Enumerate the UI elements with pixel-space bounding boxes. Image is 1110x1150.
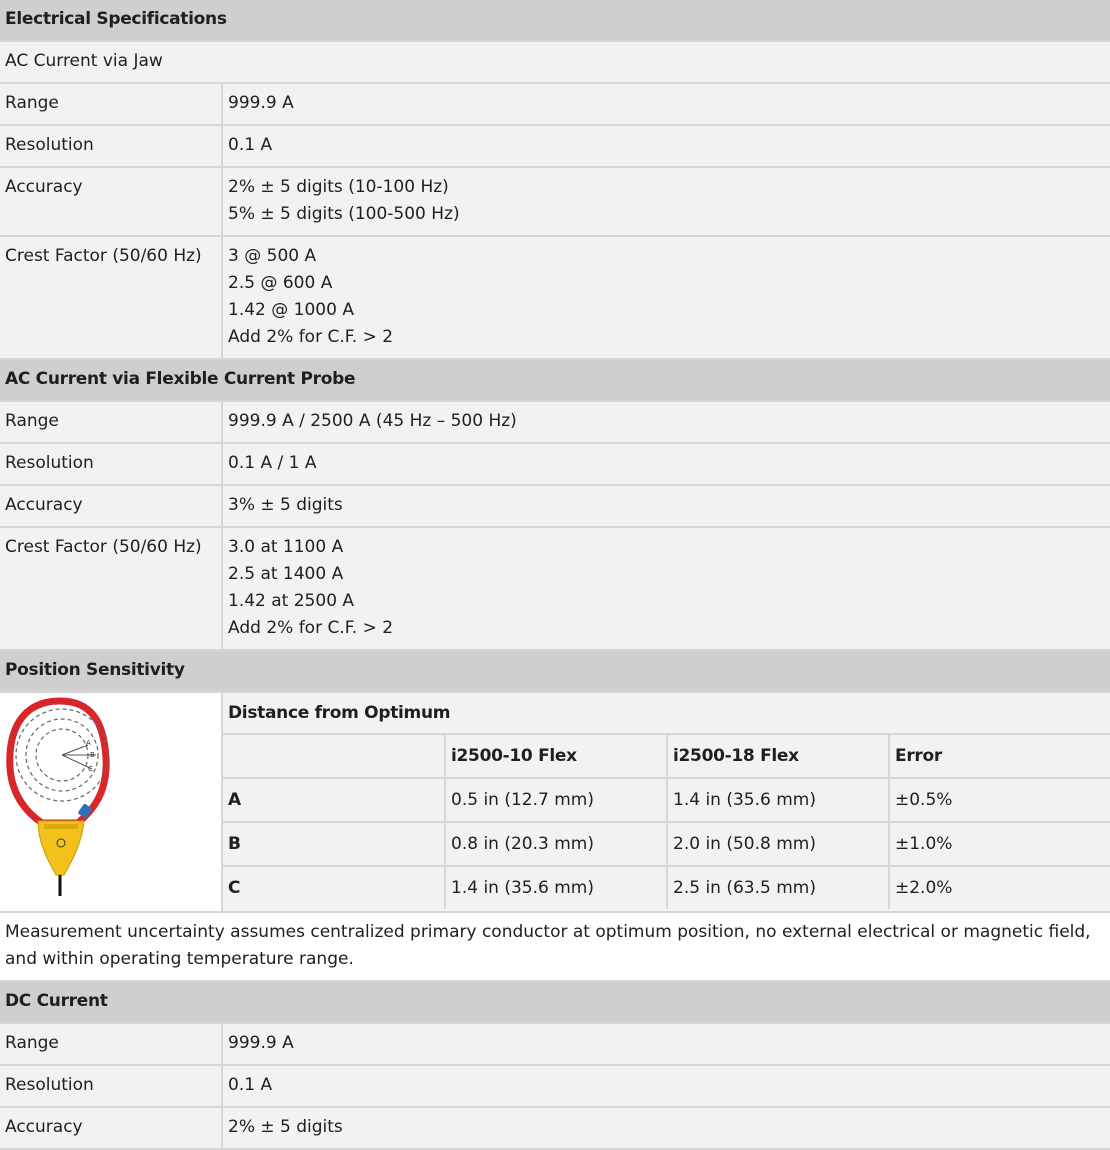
spec-value-line: 2% ± 5 digits (10-100 Hz) <box>228 177 449 197</box>
spec-label: Accuracy <box>0 167 223 237</box>
diagram-letter-b: B <box>90 751 95 759</box>
spec-value-line: 1.42 at 2500 A <box>228 591 355 611</box>
row-label: A <box>223 778 446 823</box>
spec-label: Range <box>0 83 223 126</box>
probe-head <box>37 820 85 876</box>
cell-value: 1.4 in (35.6 mm) <box>445 866 668 909</box>
cell-value: ±0.5% <box>889 778 1110 823</box>
spec-row-range: Range 999.9 A <box>0 1023 1110 1066</box>
spec-value-line: Add 2% for C.F. > 2 <box>228 618 394 638</box>
spec-row-resolution: Resolution 0.1 A <box>0 1065 1110 1108</box>
spec-row-range: Range 999.9 A / 2500 A (45 Hz – 500 Hz) <box>0 401 1110 444</box>
spec-label: Resolution <box>0 1065 223 1108</box>
spec-value-line: 1.42 @ 1000 A <box>228 300 354 320</box>
section-header-dc-current: DC Current <box>0 981 1110 1024</box>
spec-value: 0.1 A <box>222 1065 1110 1108</box>
diagram-letter-a: A <box>86 739 91 747</box>
spec-row-range: Range 999.9 A <box>0 83 1110 126</box>
cell-value: 1.4 in (35.6 mm) <box>667 778 890 823</box>
position-sensitivity-row: A B C Distance from Optimum i2500-10 Fle… <box>0 692 1110 913</box>
spec-value-line: 5% ± 5 digits (100-500 Hz) <box>228 204 460 224</box>
spec-value: 999.9 A / 2500 A (45 Hz – 500 Hz) <box>222 401 1110 444</box>
distance-table-cell: Distance from Optimum i2500-10 Flex i250… <box>222 692 1110 913</box>
arrow-a <box>61 744 89 756</box>
distance-table-header: i2500-10 Flex i2500-18 Flex Error <box>223 734 1110 779</box>
cell-value: 0.8 in (20.3 mm) <box>445 822 668 867</box>
column-header: i2500-18 Flex <box>667 734 890 779</box>
spec-value: 3 @ 500 A 2.5 @ 600 A 1.42 @ 1000 A Add … <box>222 236 1110 360</box>
cell-value: 2.0 in (50.8 mm) <box>667 822 890 867</box>
spec-value: 2% ± 5 digits (10-100 Hz) 5% ± 5 digits … <box>222 167 1110 237</box>
section-title: AC Current via Flexible Current Probe <box>0 359 1110 402</box>
section-title: DC Current <box>0 981 1110 1024</box>
section-header-position-sensitivity: Position Sensitivity <box>0 650 1110 693</box>
measurement-note: Measurement uncertainty assumes centrali… <box>0 912 1110 982</box>
subsection-title: AC Current via Jaw <box>0 41 1110 84</box>
electrical-specifications-table: Electrical Specifications AC Current via… <box>0 0 1110 1150</box>
spec-value: 2% ± 5 digits <box>222 1107 1110 1150</box>
cell-value: ±1.0% <box>889 822 1110 867</box>
spec-value: 0.1 A / 1 A <box>222 443 1110 486</box>
spec-value-line: 2.5 @ 600 A <box>228 273 333 293</box>
spec-value: 999.9 A <box>222 83 1110 126</box>
section-title: Position Sensitivity <box>0 650 1110 693</box>
spec-label: Accuracy <box>0 485 223 528</box>
spec-row-accuracy: Accuracy 3% ± 5 digits <box>0 485 1110 528</box>
spec-label: Resolution <box>0 125 223 168</box>
spec-value: 3.0 at 1100 A 2.5 at 1400 A 1.42 at 2500… <box>222 527 1110 651</box>
distance-heading: Distance from Optimum <box>223 693 1110 735</box>
spec-label: Range <box>0 401 223 444</box>
table-row: C 1.4 in (35.6 mm) 2.5 in (63.5 mm) ±2.0… <box>223 866 1110 909</box>
measurement-note-row: Measurement uncertainty assumes centrali… <box>0 912 1110 982</box>
section-title: Electrical Specifications <box>0 0 1110 42</box>
spec-value: 999.9 A <box>222 1023 1110 1066</box>
section-header-ac-current-flex: AC Current via Flexible Current Probe <box>0 359 1110 402</box>
section-header-electrical-specifications: Electrical Specifications <box>0 0 1110 42</box>
probe-image-cell: A B C <box>0 692 223 913</box>
spec-value-line: 3 @ 500 A <box>228 246 317 266</box>
spec-label: Accuracy <box>0 1107 223 1150</box>
spec-row-accuracy: Accuracy 2% ± 5 digits (10-100 Hz) 5% ± … <box>0 167 1110 237</box>
cell-value: ±2.0% <box>889 866 1110 909</box>
spec-row-accuracy: Accuracy 2% ± 5 digits <box>0 1107 1110 1150</box>
table-row: A 0.5 in (12.7 mm) 1.4 in (35.6 mm) ±0.5… <box>223 778 1110 823</box>
spec-value: 3% ± 5 digits <box>222 485 1110 528</box>
spec-label: Resolution <box>0 443 223 486</box>
column-header: i2500-10 Flex <box>445 734 668 779</box>
spec-row-resolution: Resolution 0.1 A / 1 A <box>0 443 1110 486</box>
cell-value: 0.5 in (12.7 mm) <box>445 778 668 823</box>
spec-label: Range <box>0 1023 223 1066</box>
row-label: B <box>223 822 446 867</box>
spec-value: 0.1 A <box>222 125 1110 168</box>
diagram-letter-c: C <box>88 765 93 773</box>
spec-value-line: 3.0 at 1100 A <box>228 537 344 557</box>
spec-label: Crest Factor (50/60 Hz) <box>0 527 223 651</box>
row-label: C <box>223 866 446 909</box>
cell-value: 2.5 in (63.5 mm) <box>667 866 890 909</box>
probe-label-strip <box>44 824 78 829</box>
spec-value-line: Add 2% for C.F. > 2 <box>228 327 394 347</box>
spec-row-crest-factor: Crest Factor (50/60 Hz) 3.0 at 1100 A 2.… <box>0 527 1110 651</box>
column-header <box>223 734 446 779</box>
spec-value-line: 2.5 at 1400 A <box>228 564 344 584</box>
table-row: B 0.8 in (20.3 mm) 2.0 in (50.8 mm) ±1.0… <box>223 822 1110 867</box>
spec-row-crest-factor: Crest Factor (50/60 Hz) 3 @ 500 A 2.5 @ … <box>0 236 1110 360</box>
distance-table: Distance from Optimum i2500-10 Flex i250… <box>223 693 1110 909</box>
flex-probe-diagram: A B C <box>6 697 110 896</box>
subsection-ac-current-via-jaw: AC Current via Jaw <box>0 41 1110 84</box>
spec-row-resolution: Resolution 0.1 A <box>0 125 1110 168</box>
column-header: Error <box>889 734 1110 779</box>
spec-label: Crest Factor (50/60 Hz) <box>0 236 223 360</box>
